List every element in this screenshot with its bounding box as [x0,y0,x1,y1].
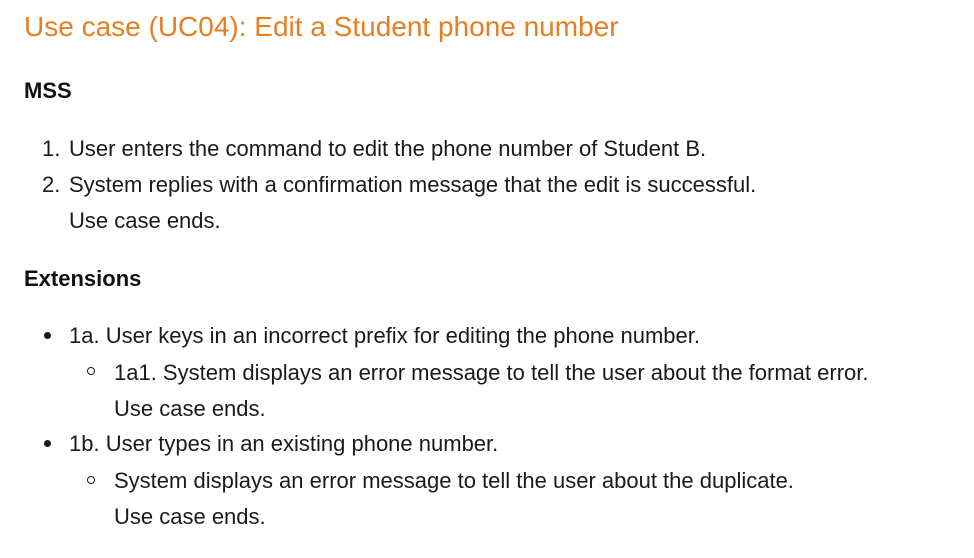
step-text: System replies with a confirmation messa… [69,172,757,197]
bullet-disc-icon [44,332,51,339]
extension-sub-text: System displays an error message to tell… [114,468,794,493]
bullet-disc-icon [44,440,51,447]
step-note: Use case ends. [69,208,221,233]
step-number: 2. [42,172,61,197]
mss-heading: MSS [24,78,72,103]
page-title: Use case (UC04): Edit a Student phone nu… [24,11,619,42]
step-text: User enters the command to edit the phon… [69,136,707,161]
bullet-circle-icon [87,367,95,375]
bullet-circle-icon [87,476,95,484]
extension-sub-note: Use case ends. [114,504,266,529]
extension-sub-note: Use case ends. [114,396,266,421]
extension-text: 1a. User keys in an incorrect prefix for… [69,323,701,348]
extensions-heading: Extensions [24,266,142,291]
extension-sub-text: 1a1. System displays an error message to… [114,360,869,385]
extension-text: 1b. User types in an existing phone numb… [69,431,499,456]
use-case-document: Use case (UC04): Edit a Student phone nu… [0,0,974,558]
step-number: 1. [42,136,61,161]
